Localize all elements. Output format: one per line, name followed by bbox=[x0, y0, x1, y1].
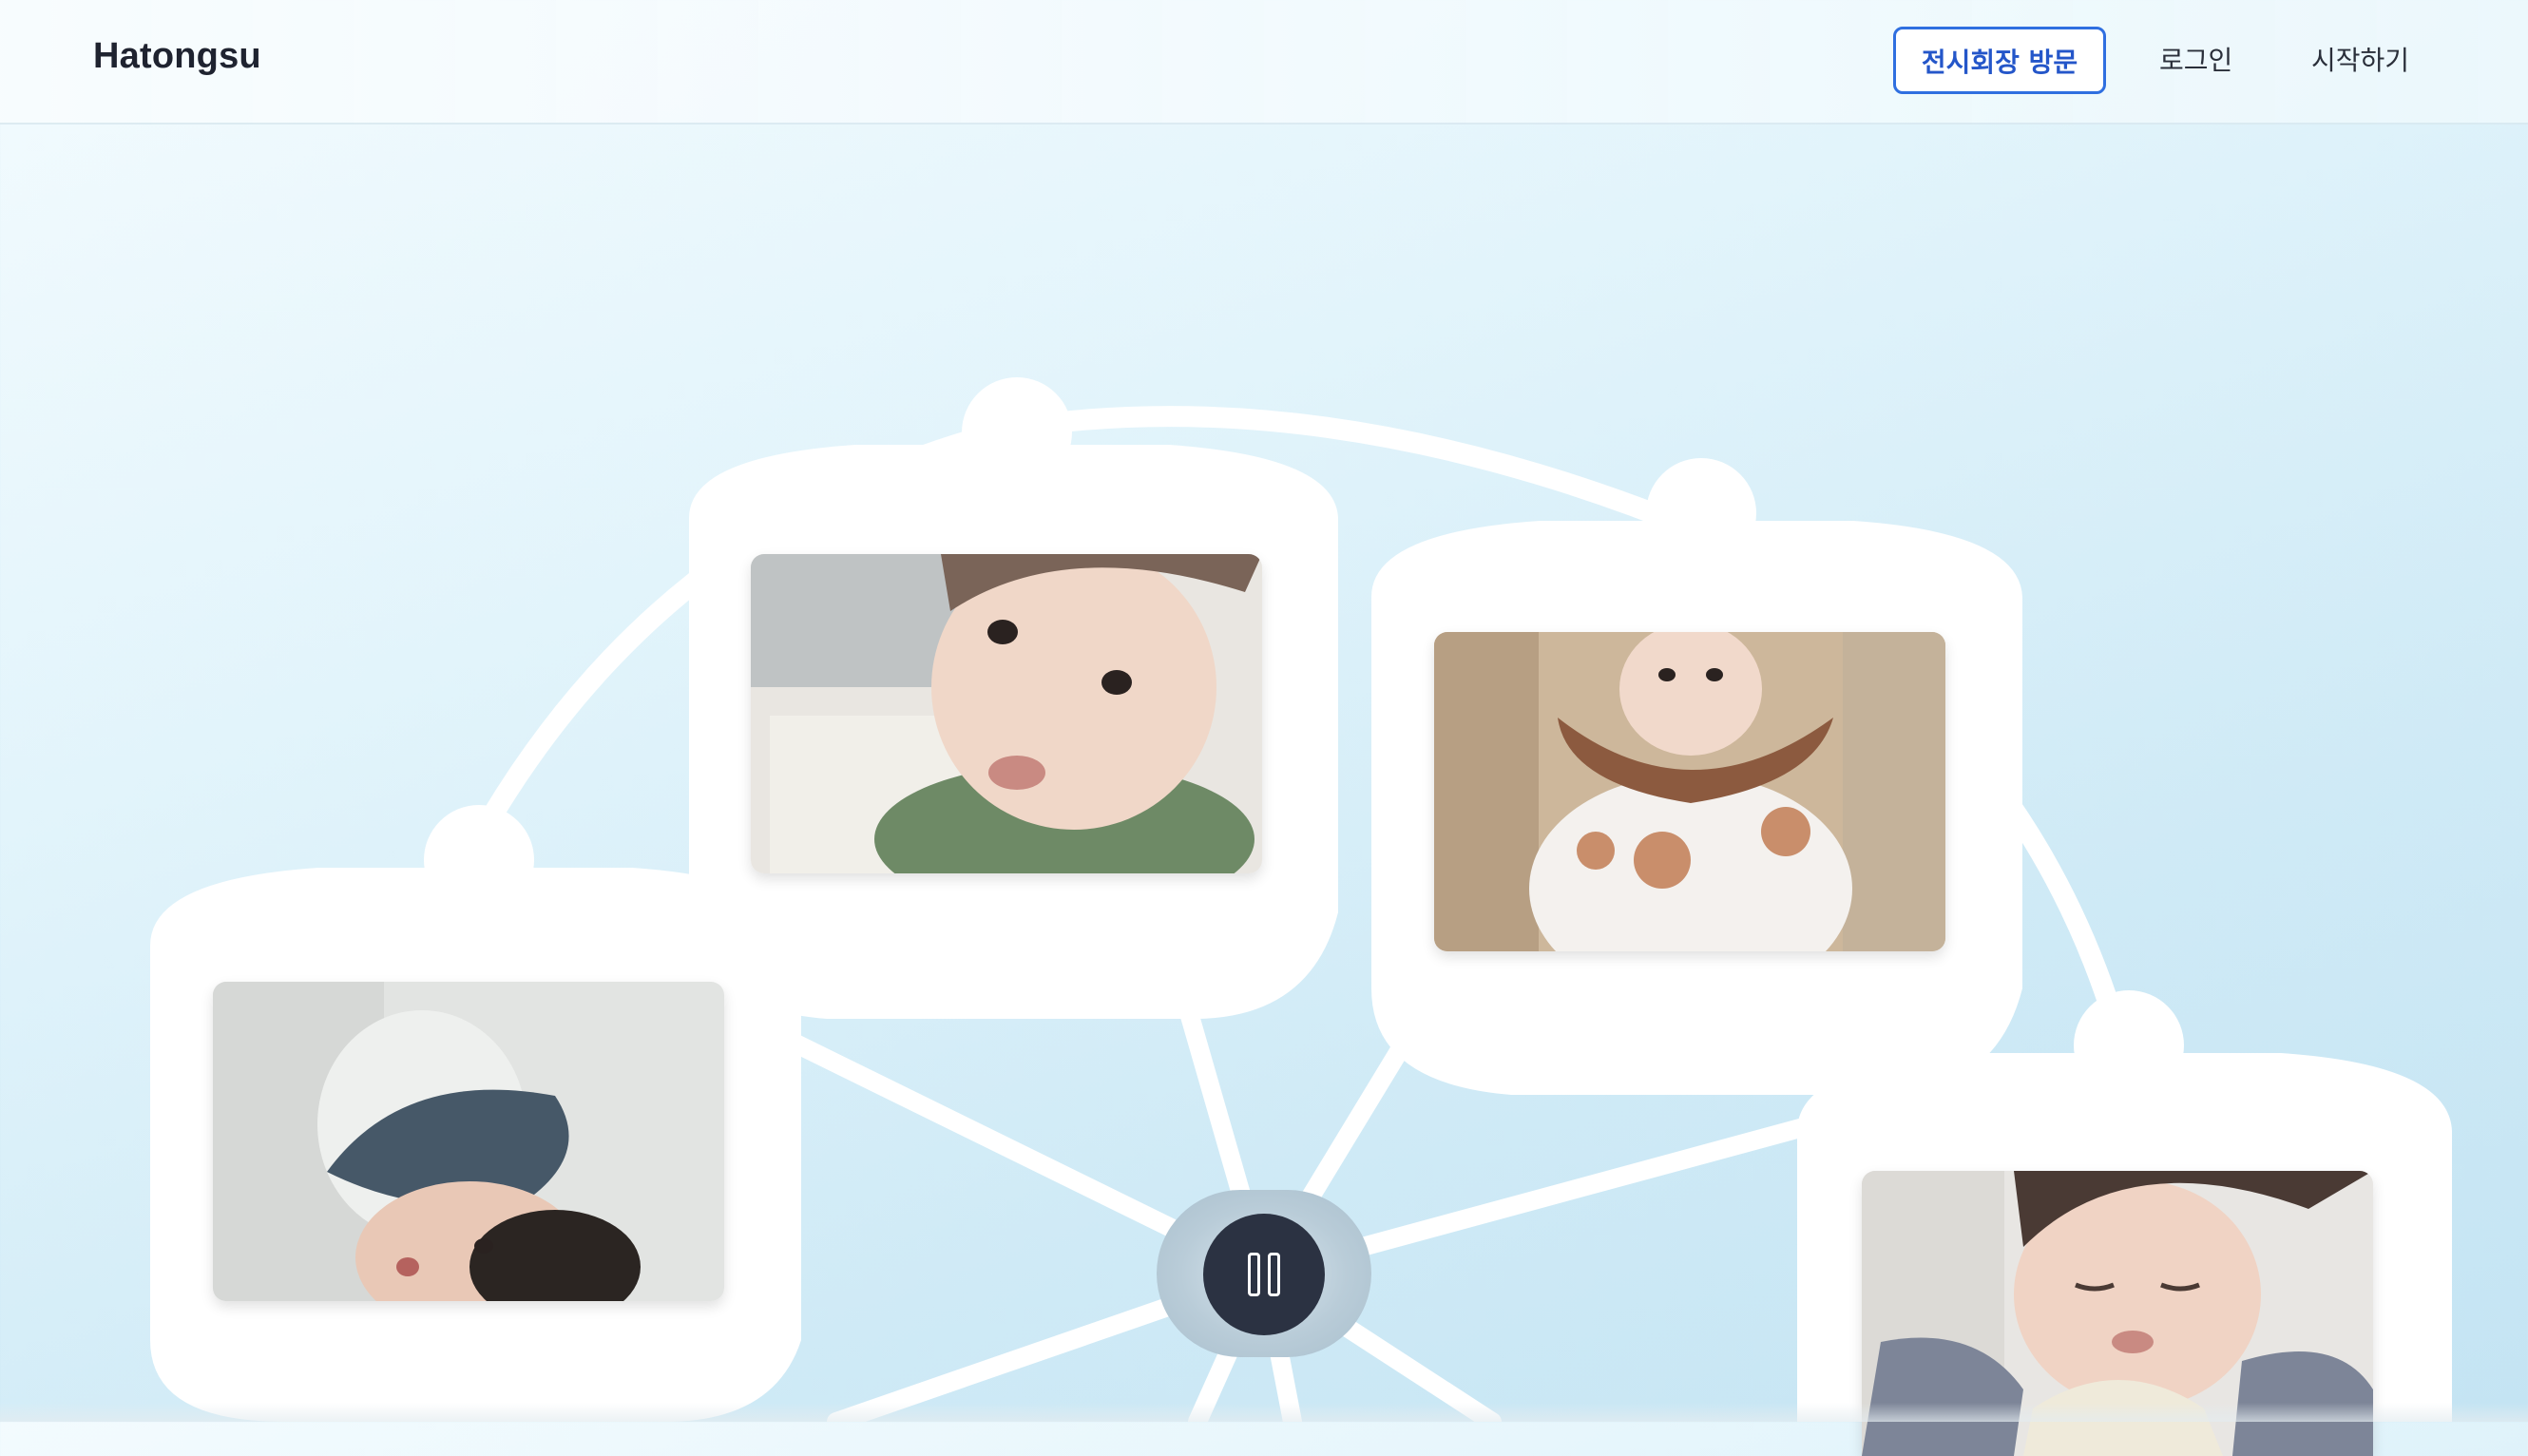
pause-icon bbox=[1248, 1253, 1260, 1296]
baby-photo-lying-blanket[interactable] bbox=[213, 982, 724, 1301]
pause-icon bbox=[1268, 1253, 1280, 1296]
photo-icon bbox=[213, 982, 724, 1301]
baby-photo-green-shirt[interactable] bbox=[751, 554, 1262, 873]
baby-photo-brown-bib[interactable] bbox=[1434, 632, 1945, 951]
photo-icon bbox=[751, 554, 1262, 873]
photo-icon bbox=[1434, 632, 1945, 951]
bottom-edge bbox=[0, 1403, 2528, 1422]
pause-button[interactable] bbox=[1203, 1214, 1325, 1335]
